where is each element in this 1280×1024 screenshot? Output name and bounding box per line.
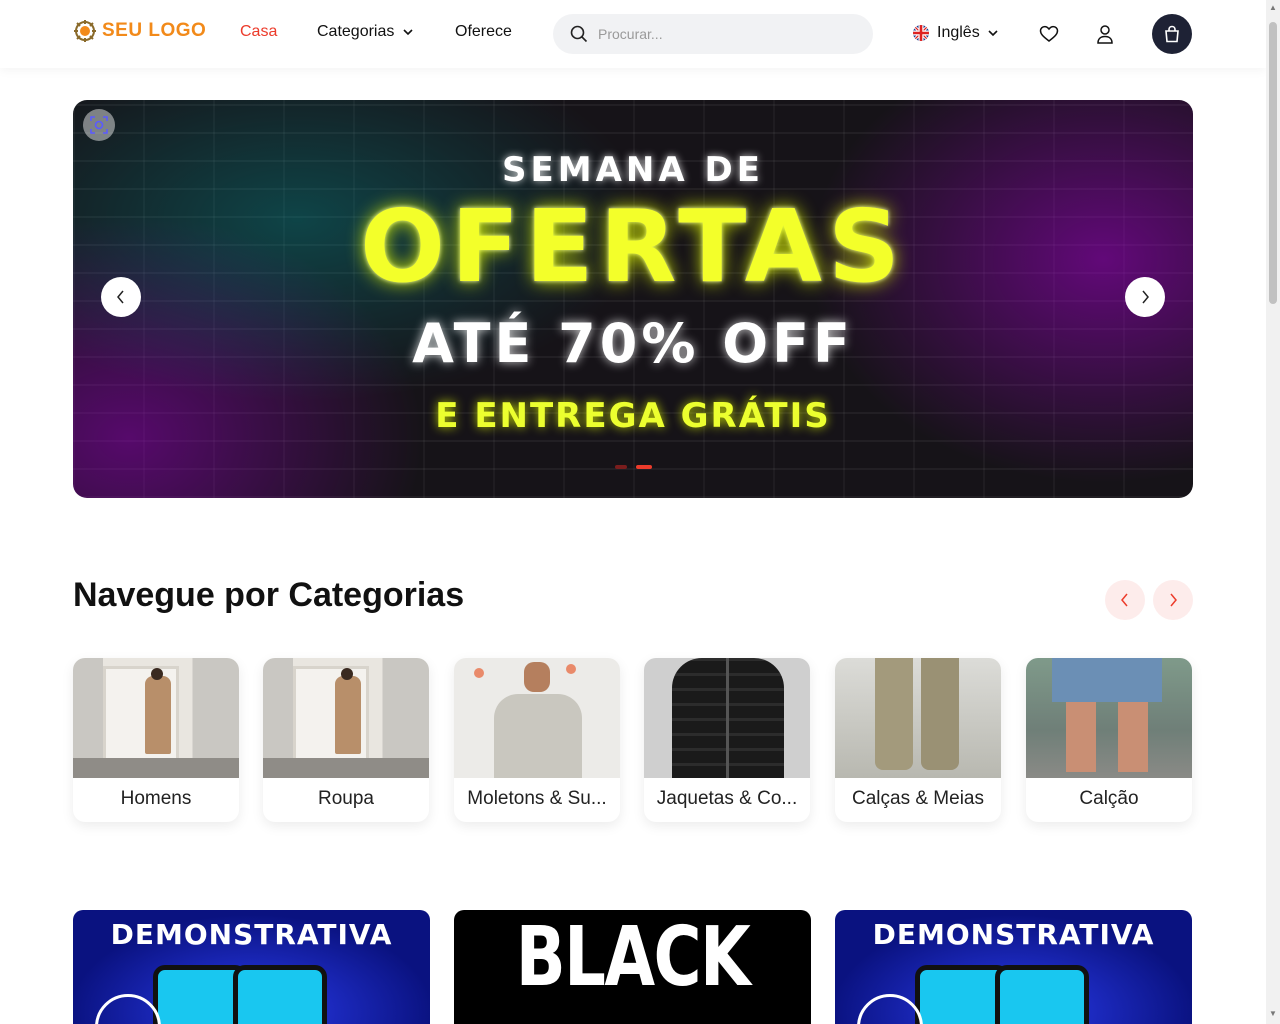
nav-offers[interactable]: Oferece bbox=[455, 23, 512, 41]
category-label: Jaquetas & Co... bbox=[656, 788, 798, 809]
category-label: Homens bbox=[120, 788, 192, 809]
promo-banner-3[interactable]: DEMONSTRATIVA bbox=[835, 910, 1192, 1024]
search-input[interactable] bbox=[596, 25, 850, 43]
hero-text-line2: OFERTAS bbox=[359, 188, 906, 305]
promo-banner-1[interactable]: DEMONSTRATIVA bbox=[73, 910, 430, 1024]
search-icon[interactable] bbox=[570, 25, 588, 43]
chevron-left-icon bbox=[1121, 593, 1128, 607]
circle-decoration bbox=[95, 994, 161, 1024]
category-image bbox=[73, 658, 239, 778]
promo-title: DEMONSTRATIVA bbox=[872, 918, 1155, 951]
category-image bbox=[454, 658, 620, 778]
promo-title: BLACK bbox=[515, 910, 751, 1005]
scroll-up-arrow-icon[interactable]: ▲ bbox=[1269, 4, 1277, 12]
uk-flag-icon bbox=[913, 25, 929, 41]
category-card-shorts[interactable]: Calção bbox=[1026, 658, 1192, 822]
slide-dot-1[interactable] bbox=[615, 465, 627, 469]
chevron-down-icon bbox=[988, 30, 998, 37]
visual-search-button[interactable] bbox=[83, 109, 115, 141]
category-label: Calças & Meias bbox=[852, 788, 984, 809]
scan-icon bbox=[90, 116, 108, 134]
user-icon bbox=[1097, 25, 1113, 44]
category-card-hoodies[interactable]: Moletons & Su... bbox=[454, 658, 620, 822]
scrollbar-thumb[interactable] bbox=[1269, 22, 1277, 304]
circle-decoration bbox=[857, 994, 923, 1024]
category-image bbox=[835, 658, 1001, 778]
search-bar bbox=[553, 14, 873, 54]
chevron-down-icon bbox=[403, 29, 413, 36]
category-label: Calção bbox=[1079, 788, 1139, 809]
language-label: Inglês bbox=[937, 24, 980, 41]
logo-text: SEU LOGO bbox=[102, 20, 207, 41]
site-header: SEU LOGO Casa Categorias Oferece Inglês bbox=[0, 0, 1266, 68]
wishlist-button[interactable] bbox=[1039, 24, 1059, 49]
promo-title: DEMONSTRATIVA bbox=[110, 918, 393, 951]
hero-banner[interactable]: SEMANA DE OFERTAS ATÉ 70% OFF E ENTREGA … bbox=[73, 100, 1193, 498]
category-card-pants[interactable]: Calças & Meias bbox=[835, 658, 1001, 822]
slide-dot-2-active[interactable] bbox=[636, 465, 652, 469]
logo-icon bbox=[74, 20, 96, 42]
category-card-men[interactable]: Homens bbox=[73, 658, 239, 822]
hero-text-line4: E ENTREGA GRÁTIS bbox=[435, 396, 831, 436]
hero-next-button[interactable] bbox=[1125, 277, 1165, 317]
category-image bbox=[263, 658, 429, 778]
nav-categories[interactable]: Categorias bbox=[317, 23, 414, 41]
hero-text-line3: ATÉ 70% OFF bbox=[412, 312, 854, 375]
categories-title: Navegue por Categorias bbox=[73, 576, 465, 614]
shopping-bag-icon bbox=[1165, 25, 1179, 43]
logo[interactable]: SEU LOGO bbox=[74, 20, 206, 42]
scroll-down-arrow-icon[interactable]: ▼ bbox=[1269, 1010, 1277, 1018]
categories-prev-button[interactable] bbox=[1105, 580, 1145, 620]
nav-categories-label: Categorias bbox=[317, 23, 395, 40]
category-label: Moletons & Su... bbox=[467, 788, 607, 809]
category-image bbox=[1026, 658, 1192, 778]
category-card-clothing[interactable]: Roupa bbox=[263, 658, 429, 822]
phone-image bbox=[995, 965, 1089, 1024]
category-image bbox=[644, 658, 810, 778]
language-selector[interactable]: Inglês bbox=[912, 24, 999, 42]
category-label: Roupa bbox=[318, 788, 374, 809]
category-card-jackets[interactable]: Jaquetas & Co... bbox=[644, 658, 810, 822]
hero-text-line1: SEMANA DE bbox=[502, 150, 764, 190]
hero-prev-button[interactable] bbox=[101, 277, 141, 317]
heart-icon bbox=[1039, 25, 1059, 42]
promo-banner-2[interactable]: BLACK bbox=[454, 910, 811, 1024]
categories-next-button[interactable] bbox=[1153, 580, 1193, 620]
nav-home[interactable]: Casa bbox=[240, 23, 277, 41]
chevron-right-icon bbox=[1170, 593, 1177, 607]
cart-button[interactable] bbox=[1152, 14, 1192, 54]
chevron-left-icon bbox=[117, 290, 124, 304]
chevron-right-icon bbox=[1142, 290, 1149, 304]
account-button[interactable] bbox=[1096, 24, 1114, 49]
phone-image bbox=[233, 965, 327, 1024]
